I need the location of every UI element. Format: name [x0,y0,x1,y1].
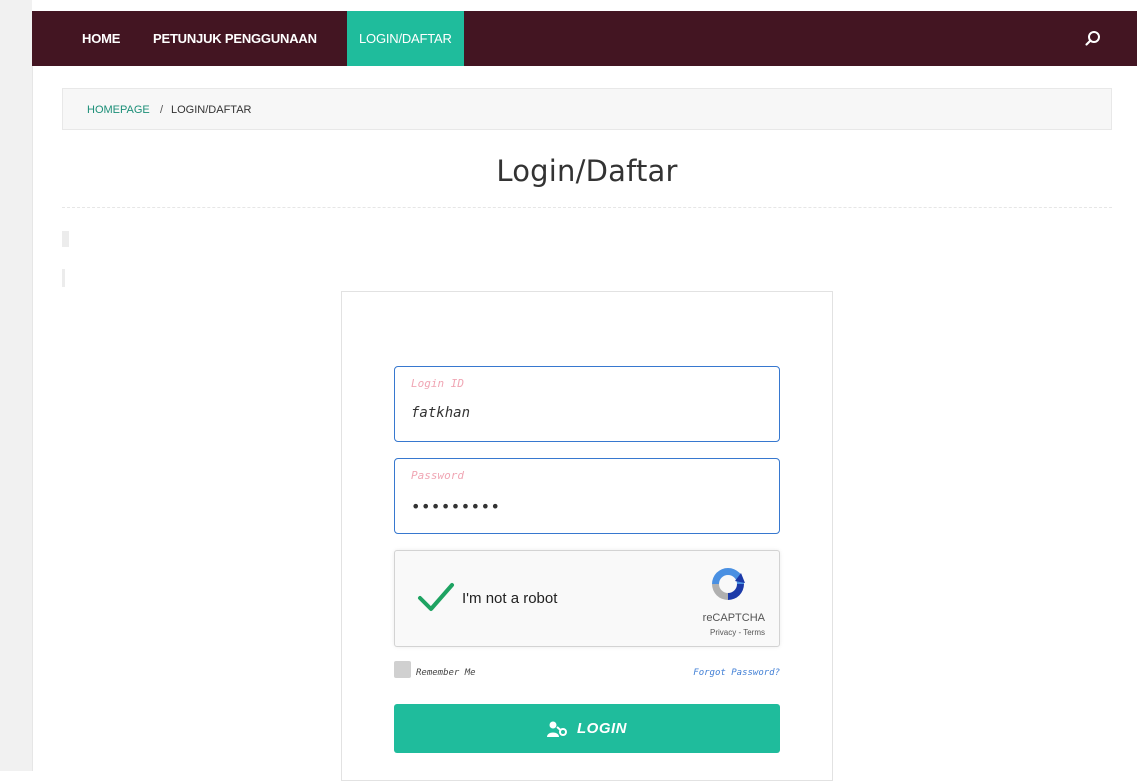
password-field[interactable]: Password ••••••••• [394,458,780,534]
navbar: HOME PETUNJUK PENGGUNAAN LOGIN/DAFTAR [32,11,1137,66]
search-icon [1085,31,1100,46]
title-divider [62,207,1112,208]
recaptcha-terms-link[interactable]: Privacy - Terms [710,628,765,637]
breadcrumb-home-link[interactable]: HOMEPAGE [87,89,150,131]
top-strip [32,0,1137,11]
search-button[interactable] [1083,29,1103,49]
remember-me-checkbox[interactable] [394,661,411,678]
password-input[interactable]: ••••••••• [411,497,500,516]
recaptcha-widget[interactable]: I'm not a robot reCAPTCHA Privacy - Term… [394,550,780,647]
login-button-label: LOGIN [577,720,627,737]
breadcrumb-separator: / [160,104,164,116]
breadcrumb-current: LOGIN/DAFTAR [171,104,252,116]
recaptcha-logo-icon [712,568,745,600]
checkmark-icon[interactable] [417,581,455,613]
recaptcha-brand: reCAPTCHA [702,612,765,624]
side-marker [62,269,65,287]
side-marker [62,231,69,247]
recaptcha-label: I'm not a robot [462,590,558,607]
login-id-field[interactable]: Login ID [394,366,780,442]
login-id-input[interactable] [411,405,761,421]
nav-petunjuk-penggunaan[interactable]: PETUNJUK PENGGUNAAN [153,11,317,66]
breadcrumb: HOMEPAGE / LOGIN/DAFTAR [62,88,1112,130]
remember-me-label[interactable]: Remember Me [416,668,476,678]
user-key-icon [547,721,567,737]
left-gutter [0,0,33,771]
login-button-content: LOGIN [394,704,780,753]
login-button[interactable]: LOGIN [394,704,780,753]
page-title: Login/Daftar [496,154,678,188]
forgot-password-link[interactable]: Forgot Password? [693,668,780,678]
login-id-label: Login ID [411,377,464,390]
nav-home[interactable]: HOME [82,11,120,66]
nav-login-daftar[interactable]: LOGIN/DAFTAR [347,11,464,66]
password-label: Password [411,469,464,482]
